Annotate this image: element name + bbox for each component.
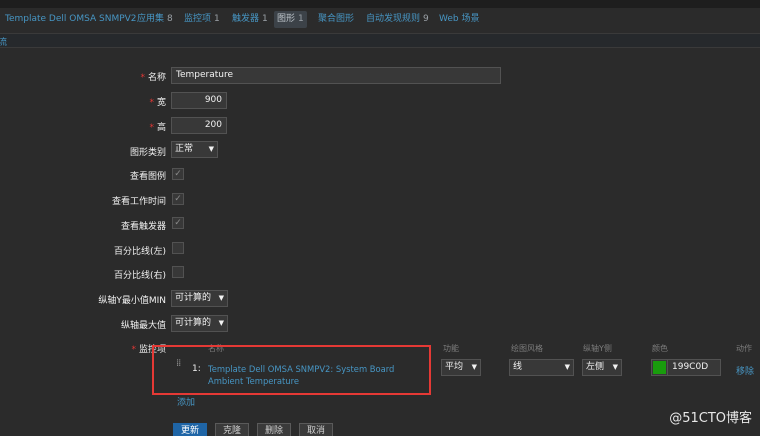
percentile-left-checkbox[interactable] [172, 242, 184, 254]
dropdown-arrow-icon: ▼ [218, 319, 224, 327]
show-legend-checkbox[interactable]: ✓ [172, 168, 184, 180]
delete-button[interactable]: 删除 [257, 423, 291, 436]
dropdown-arrow-icon: ▼ [218, 294, 224, 302]
width-input[interactable]: 900 [171, 92, 227, 109]
col-header-draw-style: 绘图风格 [511, 344, 543, 353]
tab-label: Web 场景 [439, 14, 480, 24]
color-input[interactable]: 199C0D [667, 359, 721, 376]
ymin-label: 纵轴Y最小值MIN [98, 296, 166, 306]
graph-type-select[interactable]: 正常 ▼ [171, 141, 218, 158]
dropdown-arrow-icon: ▼ [208, 145, 214, 153]
tab-items[interactable]: 监控项 1 [181, 11, 223, 28]
cancel-button[interactable]: 取消 [299, 423, 333, 436]
name-label: * 名称 [140, 70, 166, 83]
sub-navigation: 流 [0, 33, 760, 48]
subbar-link[interactable]: 流 [0, 35, 7, 48]
top-strip [0, 0, 760, 8]
y-axis-side-select[interactable]: 左侧 ▼ [582, 359, 622, 376]
ymax-select[interactable]: 可计算的 ▼ [171, 315, 228, 332]
tab-screens[interactable]: 聚合图形 [315, 11, 357, 28]
label-text: 宽 [156, 98, 166, 108]
tab-label: 聚合图形 [318, 14, 355, 24]
tab-applications[interactable]: 应用集 8 [134, 11, 176, 28]
tab-label: 监控项 [184, 14, 212, 24]
color-swatch-fill [653, 361, 666, 374]
label-text: 名称 [147, 73, 166, 83]
add-item-link[interactable]: 添加 [177, 395, 195, 408]
name-input[interactable]: Temperature [171, 67, 501, 84]
tab-count: 1 [214, 14, 220, 24]
select-value: 正常 [175, 144, 194, 154]
show-triggers-checkbox[interactable]: ✓ [172, 217, 184, 229]
remove-link[interactable]: 移除 [736, 364, 754, 377]
tab-discovery-rules[interactable]: 自动发现规则 9 [363, 11, 432, 28]
label-text: 高 [156, 123, 166, 133]
highlight-annotation-box [152, 345, 431, 395]
template-tabs: Template Dell OMSA SNMPV2 应用集 8 监控项 1 触发器 1… [0, 8, 760, 33]
tab-label: 图形 [277, 14, 296, 24]
ymin-select[interactable]: 可计算的 ▼ [171, 290, 228, 307]
tab-count: 8 [167, 14, 173, 24]
tab-count: 1 [298, 14, 304, 24]
width-label: * 宽 [149, 95, 166, 108]
tab-triggers[interactable]: 触发器 1 [229, 11, 271, 28]
tab-count: 9 [423, 14, 429, 24]
function-select[interactable]: 平均 ▼ [441, 359, 481, 376]
select-value: 线 [513, 362, 523, 372]
select-value: 可计算的 [175, 293, 212, 303]
color-swatch[interactable] [651, 359, 668, 376]
draw-style-select[interactable]: 线 ▼ [509, 359, 574, 376]
show-working-time-checkbox[interactable]: ✓ [172, 193, 184, 205]
tab-label: 触发器 [232, 14, 260, 24]
select-value: 左侧 [586, 362, 605, 372]
show-legend-label: 查看图例 [129, 172, 166, 182]
tab-web-scenarios[interactable]: Web 场景 [436, 11, 482, 28]
required-mark: * [140, 73, 145, 83]
col-header-action: 动作 [736, 344, 752, 353]
dropdown-arrow-icon: ▼ [564, 363, 570, 371]
select-value: 平均 [445, 362, 464, 372]
col-header-function: 功能 [443, 344, 459, 353]
height-input[interactable]: 200 [171, 117, 227, 134]
required-mark: * [131, 345, 136, 355]
height-label: * 高 [149, 120, 166, 133]
dropdown-arrow-icon: ▼ [471, 363, 477, 371]
tab-label: Template Dell OMSA SNMPV2 [5, 14, 137, 24]
tab-label: 应用集 [137, 14, 165, 24]
clone-button[interactable]: 克隆 [215, 423, 249, 436]
required-mark: * [149, 123, 154, 133]
percentile-right-label: 百分比线(右) [113, 271, 166, 281]
tab-count: 1 [262, 14, 268, 24]
graph-type-label: 图形类别 [129, 148, 166, 158]
select-value: 可计算的 [175, 318, 212, 328]
watermark: @51CTO博客 [669, 411, 752, 426]
update-button[interactable]: 更新 [173, 423, 207, 436]
ymax-label: 纵轴最大值 [120, 321, 166, 331]
percentile-right-checkbox[interactable] [172, 266, 184, 278]
tab-template[interactable]: Template Dell OMSA SNMPV2 [2, 11, 140, 28]
dropdown-arrow-icon: ▼ [612, 363, 618, 371]
tab-label: 自动发现规则 [366, 14, 421, 24]
required-mark: * [149, 98, 154, 108]
show-working-time-label: 查看工作时间 [111, 197, 166, 207]
percentile-left-label: 百分比线(左) [113, 247, 166, 257]
show-triggers-label: 查看触发器 [120, 222, 166, 232]
tab-graphs[interactable]: 图形 1 [274, 11, 307, 28]
col-header-color: 颜色 [652, 344, 668, 353]
col-header-y-axis-side: 纵轴Y侧 [583, 344, 612, 353]
